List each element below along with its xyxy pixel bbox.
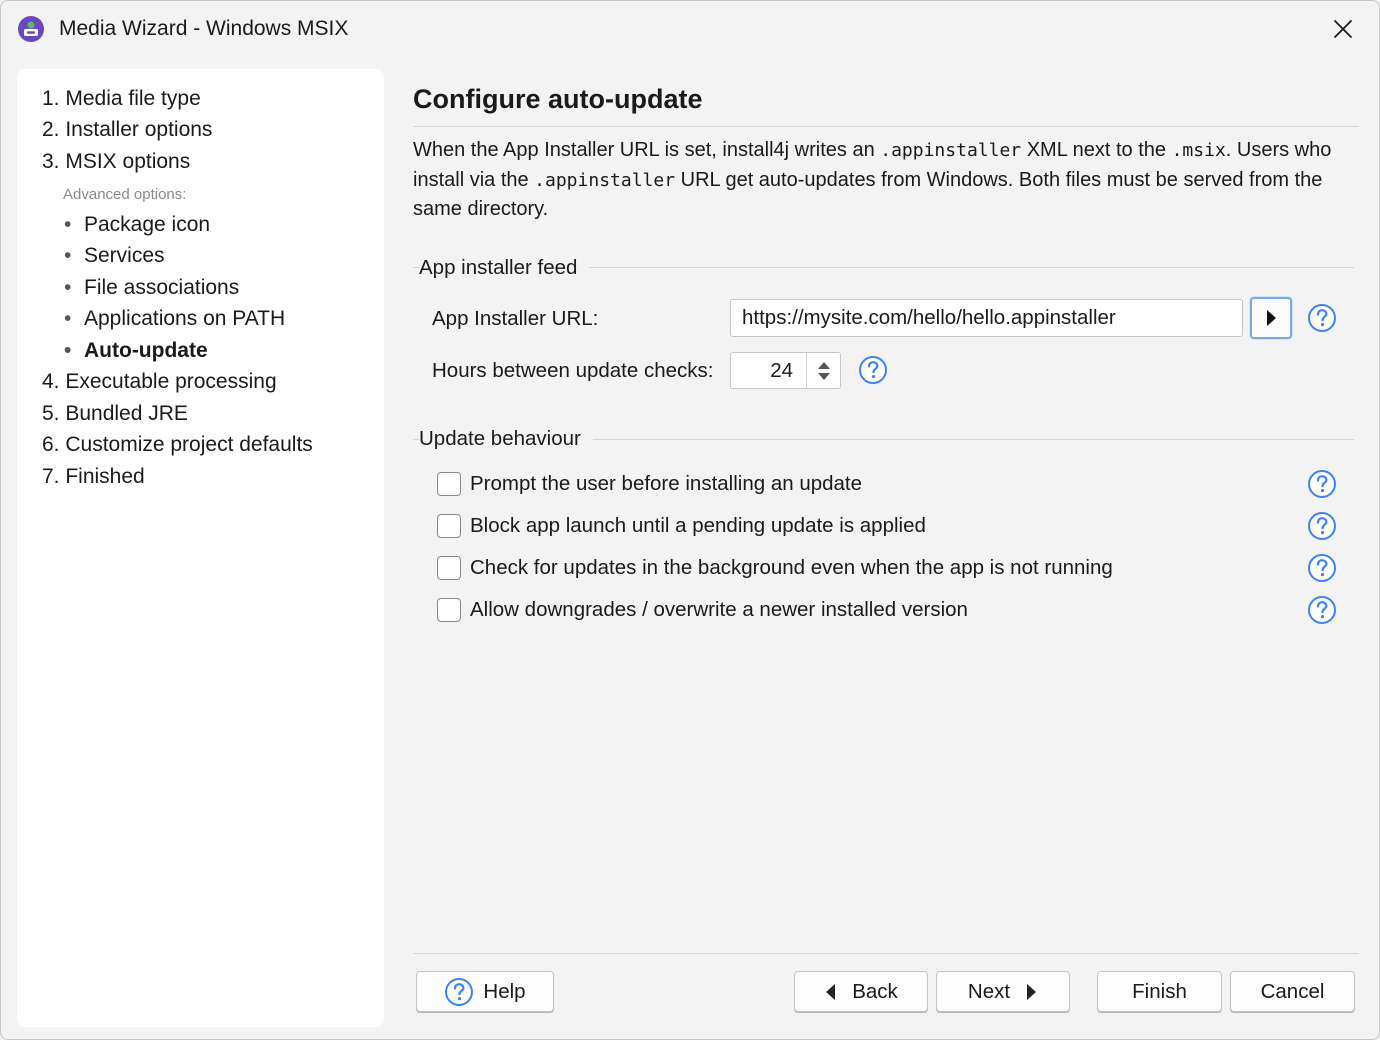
chevron-right-icon: [1027, 983, 1037, 1000]
help-icon[interactable]: [1307, 595, 1337, 625]
desc-text: XML next to the: [1021, 139, 1172, 161]
help-icon[interactable]: [1307, 511, 1337, 541]
close-button[interactable]: [1321, 9, 1365, 49]
finish-button[interactable]: Finish: [1097, 971, 1222, 1012]
app-installer-url-input[interactable]: [730, 299, 1243, 337]
hours-input[interactable]: [731, 353, 806, 388]
chevron-left-icon: [826, 983, 836, 1000]
step-executable-processing[interactable]: 4. Executable processing: [42, 367, 277, 397]
media-wizard-window: Media Wizard - Windows MSIX 1. Media fil…: [0, 0, 1380, 1040]
step-package-icon[interactable]: • Package icon: [64, 210, 210, 240]
next-button-label: Next: [967, 979, 1011, 1003]
step-label: File associations: [84, 276, 240, 299]
url-label: App Installer URL:: [432, 307, 599, 330]
help-button[interactable]: Help: [416, 971, 554, 1012]
cancel-button[interactable]: Cancel: [1230, 971, 1355, 1012]
hours-label: Hours between update checks:: [432, 359, 714, 382]
help-button-label: Help: [483, 979, 526, 1003]
option-prompt-before-install[interactable]: Prompt the user before installing an upd…: [437, 470, 862, 498]
step-label: Auto-update: [84, 339, 208, 362]
bullet: •: [64, 339, 72, 362]
app-icon: [18, 16, 44, 42]
checkbox[interactable]: [437, 598, 461, 622]
page-description: When the App Installer URL is set, insta…: [413, 136, 1353, 225]
desc-code: .msix: [1171, 140, 1226, 161]
behaviour-group-label: Update behaviour: [419, 425, 593, 453]
footer-divider: [413, 953, 1359, 954]
feed-group-label: App installer feed: [419, 254, 590, 282]
spinner-arrows[interactable]: [806, 353, 840, 388]
back-button-label: Back: [852, 979, 898, 1003]
option-block-launch[interactable]: Block app launch until a pending update …: [437, 512, 926, 540]
step-label: Package icon: [84, 213, 211, 236]
option-allow-downgrades[interactable]: Allow downgrades / overwrite a newer ins…: [437, 596, 968, 624]
step-customize-project-defaults[interactable]: 6. Customize project defaults: [42, 430, 313, 460]
help-icon: [445, 977, 474, 1006]
step-bundled-jre[interactable]: 5. Bundled JRE: [42, 399, 188, 429]
title-divider: [413, 126, 1359, 127]
step-file-associations[interactable]: • File associations: [64, 273, 239, 303]
step-msix-options[interactable]: 3. MSIX options: [42, 147, 190, 177]
finish-button-label: Finish: [1132, 979, 1187, 1003]
advanced-options-label: Advanced options:: [63, 186, 187, 203]
checkbox[interactable]: [437, 472, 461, 496]
checkbox[interactable]: [437, 556, 461, 580]
title-bar: Media Wizard - Windows MSIX: [1, 1, 1379, 57]
bullet: •: [64, 307, 72, 330]
wizard-steps-sidebar: 1. Media file type 2. Installer options …: [17, 69, 384, 1027]
cancel-button-label: Cancel: [1260, 979, 1325, 1003]
checkbox[interactable]: [437, 514, 461, 538]
spinner-arrows-icon: [817, 361, 830, 380]
bullet: •: [64, 213, 72, 236]
step-finished[interactable]: 7. Finished: [42, 462, 145, 492]
option-label: Allow downgrades / overwrite a newer ins…: [470, 598, 968, 621]
desc-code: .appinstaller: [534, 169, 676, 191]
step-label: Applications on PATH: [84, 307, 286, 330]
option-label: Block app launch until a pending update …: [470, 514, 926, 537]
help-icon[interactable]: [858, 355, 888, 385]
page-title: Configure auto-update: [413, 84, 703, 114]
chevron-right-icon: [1267, 310, 1276, 326]
step-services[interactable]: • Services: [64, 241, 165, 271]
step-media-file-type[interactable]: 1. Media file type: [42, 84, 201, 114]
step-auto-update[interactable]: • Auto-update: [64, 336, 208, 366]
next-button[interactable]: Next: [936, 971, 1070, 1012]
back-button[interactable]: Back: [794, 971, 928, 1012]
desc-code: .appinstaller: [880, 140, 1022, 161]
step-installer-options[interactable]: 2. Installer options: [42, 115, 212, 145]
close-icon: [1334, 20, 1352, 38]
help-icon[interactable]: [1307, 303, 1337, 333]
window-title: Media Wizard - Windows MSIX: [59, 17, 349, 40]
help-icon[interactable]: [1307, 469, 1337, 499]
option-label: Check for updates in the background even…: [470, 556, 1113, 579]
help-icon[interactable]: [1307, 553, 1337, 583]
desc-text: When the App Installer URL is set, insta…: [413, 139, 881, 161]
step-label: Services: [84, 244, 165, 267]
url-action-button[interactable]: [1250, 297, 1292, 339]
hours-spinner[interactable]: [730, 352, 841, 389]
option-background-check[interactable]: Check for updates in the background even…: [437, 554, 1113, 582]
bullet: •: [64, 244, 72, 267]
step-applications-on-path[interactable]: • Applications on PATH: [64, 304, 285, 334]
bullet: •: [64, 276, 72, 299]
option-label: Prompt the user before installing an upd…: [470, 472, 863, 495]
